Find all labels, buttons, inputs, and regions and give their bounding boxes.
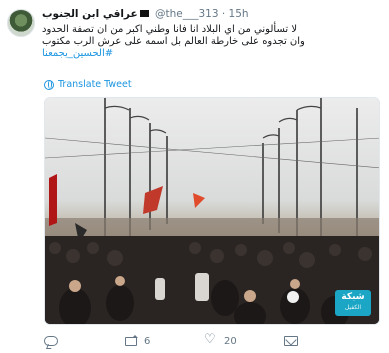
channel-watermark-title: شبكة <box>341 292 365 302</box>
tweet-header: عراقي ابن الجنوب @the___313 · 15h <box>42 5 382 23</box>
reply-icon <box>44 336 58 346</box>
timestamp[interactable]: 15h <box>229 8 249 20</box>
tweet-photo[interactable]: شبكة الكفيل <box>44 97 380 325</box>
channel-watermark: شبكة الكفيل <box>335 290 371 316</box>
direct-message-button[interactable] <box>284 336 364 346</box>
translate-label: Translate Tweet <box>58 79 132 90</box>
time-separator: · <box>221 8 226 20</box>
retweet-button[interactable]: 6 <box>124 335 204 347</box>
handle[interactable]: @the___313 <box>155 8 219 20</box>
translate-tweet-link[interactable]: Translate Tweet <box>44 79 132 90</box>
tweet-actions: 6 ♡ 20 <box>44 333 374 349</box>
like-count: 20 <box>224 335 237 347</box>
hashtag-link[interactable]: #الحسين_يجمعنا <box>42 48 113 59</box>
pilgrimage-crowd-image <box>45 98 379 324</box>
flag-icon <box>139 10 149 17</box>
heart-icon: ♡ <box>204 332 216 347</box>
globe-icon <box>44 79 54 90</box>
display-name[interactable]: عراقي ابن الجنوب <box>42 8 138 20</box>
channel-watermark-subtitle: الكفيل <box>344 304 362 311</box>
tweet-text-line-1: لا تسألوني من اي البلاد انا فانا وطني اك… <box>42 24 298 35</box>
tweet-text-line-2: وان تجدوه على خارطة العالم بل اسمه على ع… <box>42 36 382 48</box>
direct-message-icon <box>284 336 298 346</box>
retweet-icon <box>124 335 138 347</box>
tweet-text: لا تسألوني من اي البلاد انا فانا وطني اك… <box>42 24 382 60</box>
tweet-hashtag-line: #الحسين_يجمعنا <box>42 48 382 60</box>
avatar[interactable] <box>7 9 35 37</box>
tweet-card[interactable]: عراقي ابن الجنوب @the___313 · 15h لا تسأ… <box>0 0 389 353</box>
tweet-text-line-2-body: وان تجدوه على خارطة العالم بل اسمه على ع… <box>42 36 305 47</box>
retweet-count: 6 <box>144 335 151 347</box>
like-button[interactable]: ♡ 20 <box>204 332 284 348</box>
reply-button[interactable] <box>44 336 124 346</box>
